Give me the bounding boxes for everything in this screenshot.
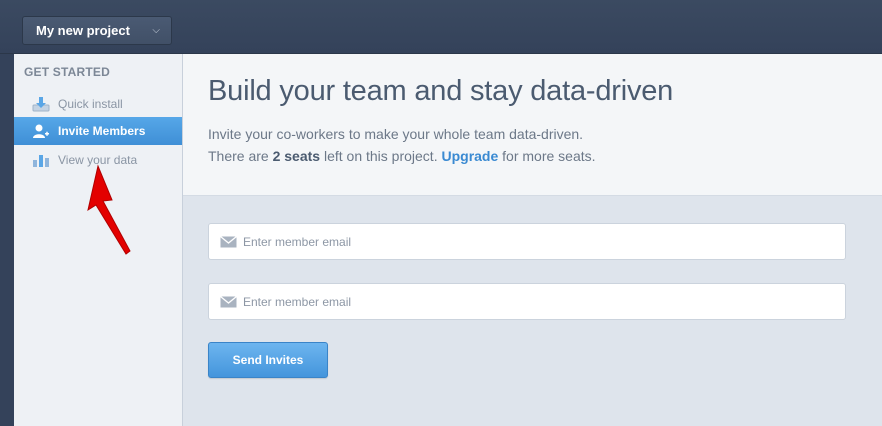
sidebar-item-invite-members[interactable]: Invite Members: [14, 117, 182, 145]
sidebar-item-label: Invite Members: [58, 124, 146, 138]
seats-middle: left on this project.: [320, 148, 442, 164]
seats-prefix: There are: [208, 148, 273, 164]
sidebar-item-quick-install[interactable]: Quick install: [14, 90, 182, 118]
bar-chart-icon: [33, 155, 49, 167]
chevron-down-icon: ⌵: [152, 25, 160, 36]
sidebar-heading: GET STARTED: [24, 65, 110, 79]
hero-section: Build your team and stay data-driven Inv…: [183, 54, 882, 196]
mail-icon: [220, 296, 237, 308]
left-edge: [0, 54, 14, 426]
sidebar-item-view-data[interactable]: View your data: [14, 146, 182, 174]
email-field-1[interactable]: [208, 223, 846, 260]
seats-suffix: for more seats.: [498, 148, 596, 164]
project-selector[interactable]: My new project ⌵: [22, 16, 172, 45]
project-name: My new project: [36, 23, 130, 38]
page-title: Build your team and stay data-driven: [208, 75, 674, 107]
sidebar-item-label: Quick install: [58, 97, 123, 111]
member-email-input[interactable]: [243, 284, 833, 319]
download-icon: [32, 97, 50, 112]
top-bar: My new project ⌵: [0, 0, 882, 54]
email-field-2[interactable]: [208, 283, 846, 320]
add-user-icon: [33, 124, 49, 138]
invite-form: Send Invites: [183, 196, 882, 426]
send-invites-button[interactable]: Send Invites: [208, 342, 328, 378]
member-email-input[interactable]: [243, 224, 833, 259]
seats-text: There are 2 seats left on this project. …: [208, 148, 596, 164]
sidebar: GET STARTED Quick install Invite Members…: [14, 54, 183, 426]
seats-count: 2 seats: [272, 148, 321, 164]
mail-icon: [220, 236, 237, 248]
upgrade-link[interactable]: Upgrade: [441, 148, 498, 164]
intro-text: Invite your co-workers to make your whol…: [208, 126, 584, 142]
sidebar-item-label: View your data: [58, 153, 138, 167]
